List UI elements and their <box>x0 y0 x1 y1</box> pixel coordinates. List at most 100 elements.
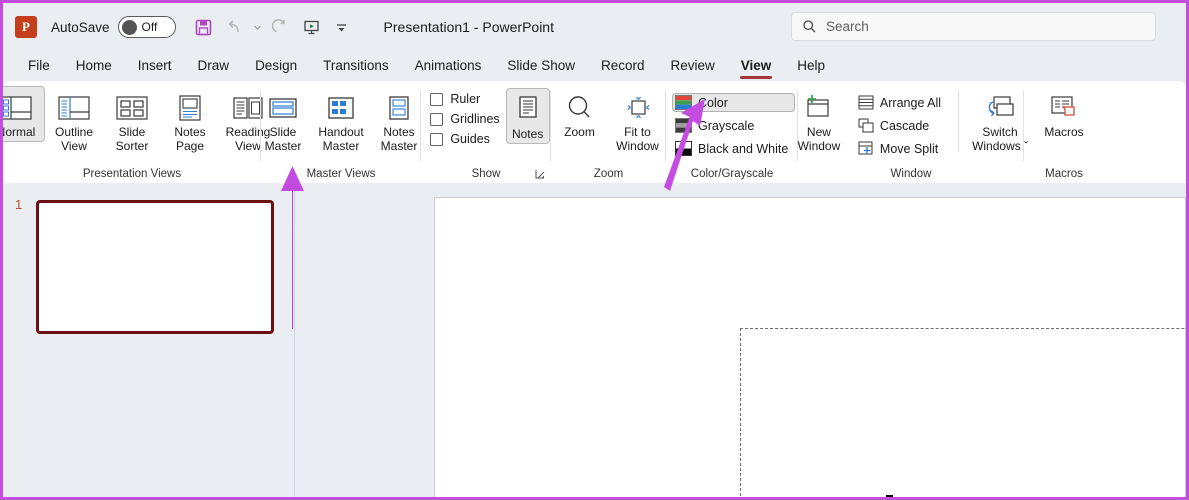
tab-view[interactable]: View <box>728 55 785 78</box>
arrange-all-label: Arrange All <box>880 96 941 110</box>
document-title: Presentation1 - PowerPoint <box>384 19 554 35</box>
ruler-checkbox-row[interactable]: Ruler <box>430 92 499 106</box>
ribbon-group-show: Ruler Gridlines Guides <box>421 81 551 183</box>
powerpoint-logo-icon: P <box>15 16 37 38</box>
macros-button-label: Macros <box>1044 125 1083 139</box>
color-icon <box>675 95 692 110</box>
powerpoint-window: P AutoSave Off <box>0 0 1189 500</box>
search-box[interactable]: Search <box>791 12 1156 41</box>
ribbon-group-presentation-views: Normal Outline View <box>3 81 261 183</box>
tab-draw[interactable]: Draw <box>185 55 243 78</box>
customize-qat-icon[interactable] <box>328 13 356 41</box>
window-group-label: Window <box>798 168 1024 180</box>
slide-thumbnail-1[interactable] <box>36 200 274 334</box>
autosave-label: AutoSave <box>51 20 110 35</box>
normal-view-icon <box>0 91 33 125</box>
normal-view-label: Normal <box>0 125 35 139</box>
guides-checkbox-row[interactable]: Guides <box>430 132 499 146</box>
notes-master-label: Notes Master <box>381 125 418 153</box>
undo-icon[interactable] <box>220 13 248 41</box>
switch-windows-icon <box>983 91 1017 125</box>
cascade-row[interactable]: Cascade <box>855 116 948 135</box>
color-mode-grayscale-label: Grayscale <box>698 119 754 133</box>
search-input[interactable]: Search <box>826 19 869 34</box>
zoom-button[interactable]: Zoom <box>551 86 609 142</box>
gridlines-checkbox[interactable] <box>430 113 443 126</box>
move-split-row[interactable]: Move Split <box>855 139 948 158</box>
slide-number-label: 1 <box>15 197 22 212</box>
notes-icon <box>514 93 542 127</box>
autosave-state-label: Off <box>142 20 158 34</box>
normal-view-button[interactable]: Normal <box>0 86 45 142</box>
color-mode-color-label: Color <box>698 96 728 110</box>
outline-view-icon <box>57 91 91 125</box>
notes-master-icon <box>382 91 416 125</box>
save-icon[interactable] <box>190 13 218 41</box>
search-icon <box>802 19 817 34</box>
tab-review[interactable]: Review <box>658 55 728 78</box>
color-mode-grayscale[interactable]: Grayscale <box>672 116 795 135</box>
tab-insert[interactable]: Insert <box>125 55 185 78</box>
guides-checkbox[interactable] <box>430 133 443 146</box>
undo-dropdown-chevron-down-icon[interactable] <box>250 13 266 41</box>
quick-access-toolbar <box>190 13 356 41</box>
zoom-button-label: Zoom <box>564 125 595 139</box>
notes-page-label: Notes Page <box>174 125 205 153</box>
ribbon-tab-strip: File Home Insert Draw Design Transitions… <box>3 51 1186 81</box>
master-views-group-label: Master Views <box>261 168 421 180</box>
tab-file[interactable]: File <box>15 55 63 78</box>
tab-record[interactable]: Record <box>588 55 658 78</box>
color-mode-list: Color Grayscale Black <box>666 86 795 158</box>
fit-to-window-button[interactable]: Fit to Window <box>609 86 667 156</box>
start-presentation-icon[interactable] <box>298 13 326 41</box>
new-window-icon <box>802 91 836 125</box>
guides-label: Guides <box>450 132 490 146</box>
cascade-icon <box>858 118 874 133</box>
zoom-group-label: Zoom <box>551 168 666 180</box>
tab-slide-show[interactable]: Slide Show <box>494 55 588 78</box>
autosave-toggle[interactable]: Off <box>118 16 176 38</box>
ruler-checkbox[interactable] <box>430 93 443 106</box>
ribbon: Normal Outline View <box>3 81 1186 183</box>
handout-master-icon <box>324 91 358 125</box>
slide-sorter-icon <box>115 91 149 125</box>
move-split-icon <box>858 141 874 156</box>
arrange-all-row[interactable]: Arrange All <box>855 93 948 112</box>
fit-to-window-label: Fit to Window <box>616 125 659 153</box>
color-mode-bw-label: Black and White <box>698 142 788 156</box>
redo-icon[interactable] <box>268 13 296 41</box>
presentation-views-group-label: Presentation Views <box>3 168 261 180</box>
color-mode-color[interactable]: Color <box>672 93 795 112</box>
black-and-white-icon <box>675 141 692 156</box>
macros-group-label: Macros <box>1024 168 1104 180</box>
resize-handle[interactable] <box>886 495 893 500</box>
tab-animations[interactable]: Animations <box>402 55 495 78</box>
ribbon-group-macros: Macros Macros <box>1024 81 1104 183</box>
slide-master-label: Slide Master <box>265 125 302 153</box>
handout-master-button[interactable]: Handout Master <box>312 86 370 156</box>
content-placeholder[interactable] <box>740 328 1189 500</box>
slide-canvas[interactable] <box>434 197 1186 500</box>
gridlines-checkbox-row[interactable]: Gridlines <box>430 112 499 126</box>
dialog-launcher-icon[interactable] <box>535 169 546 180</box>
notes-page-button[interactable]: Notes Page <box>161 86 219 156</box>
ribbon-group-zoom: Zoom Fit to Window Zoom <box>551 81 666 183</box>
slide-sorter-label: Slide Sorter <box>116 125 149 153</box>
tab-design[interactable]: Design <box>242 55 310 78</box>
new-window-button[interactable]: New Window <box>789 86 849 156</box>
cascade-label: Cascade <box>880 119 929 133</box>
notes-button[interactable]: Notes <box>506 88 550 144</box>
tab-transitions[interactable]: Transitions <box>310 55 402 78</box>
color-mode-black-and-white[interactable]: Black and White <box>672 139 795 158</box>
tab-home[interactable]: Home <box>63 55 125 78</box>
slide-sorter-button[interactable]: Slide Sorter <box>103 86 161 156</box>
gridlines-label: Gridlines <box>450 112 499 126</box>
outline-view-button[interactable]: Outline View <box>45 86 103 156</box>
tab-help[interactable]: Help <box>784 55 838 78</box>
show-checkbox-list: Ruler Gridlines Guides <box>422 86 499 146</box>
slide-master-icon <box>266 91 300 125</box>
macros-button[interactable]: Macros <box>1033 86 1095 142</box>
slide-master-button[interactable]: Slide Master <box>254 86 312 156</box>
fit-to-window-icon <box>622 91 654 125</box>
title-bar: P AutoSave Off <box>3 3 1186 51</box>
